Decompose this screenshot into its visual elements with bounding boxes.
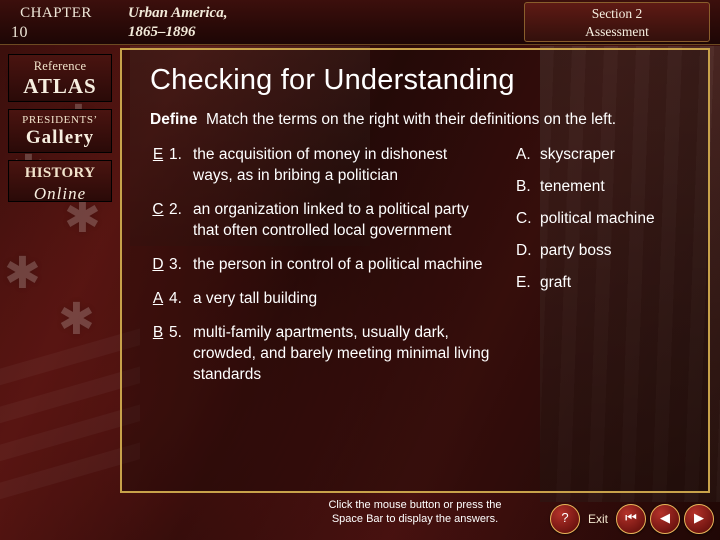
sidebar-item-history-online[interactable]: HISTORY Online: [8, 160, 112, 203]
matching-columns: E 1. the acquisition of money in dishone…: [138, 144, 692, 474]
term-letter: A.: [516, 146, 531, 163]
definition-text: an organization linked to a political pa…: [193, 201, 469, 239]
definition-row: E 1. the acquisition of money in dishone…: [150, 144, 490, 186]
instruction-text: Match the terms on the right with their …: [206, 111, 617, 128]
definition-row: D 3. the person in control of a politica…: [150, 254, 490, 275]
definition-number: 3.: [169, 256, 182, 273]
presidents-gallery-line1: PRESIDENTS’: [22, 114, 98, 126]
definition-text: multi-family apartments, usually dark, c…: [193, 324, 490, 383]
definition-number: 1.: [169, 146, 182, 163]
definition-text: a very tall building: [193, 290, 318, 307]
term-row: A. skyscraper: [516, 144, 706, 165]
slide-root: ✱ ✱ ✱ ✱ ✱ ✱ CHAPTER 10 Urban America, 18…: [0, 0, 720, 540]
reference-atlas-line1: Reference: [33, 59, 87, 73]
definition-row: C 2. an organization linked to a politic…: [150, 199, 490, 241]
term-name: political machine: [540, 210, 655, 227]
sidebar-item-reference-atlas[interactable]: Reference ATLAS: [8, 54, 112, 102]
definition-answer: E: [152, 146, 164, 163]
next-slide-button[interactable]: ▶: [684, 504, 714, 534]
term-name: skyscraper: [540, 146, 615, 163]
unit-title: Urban America, 1865–1896: [128, 4, 428, 42]
instruction-label: Define: [150, 111, 198, 128]
definition-text: the acquisition of money in dishonest wa…: [193, 146, 448, 184]
term-letter: D.: [516, 242, 532, 259]
definition-number: 5.: [169, 324, 182, 341]
definitions-column: E 1. the acquisition of money in dishone…: [150, 144, 490, 398]
reference-atlas-line2: ATLAS: [23, 74, 97, 98]
definition-row: A 4. a very tall building: [150, 288, 490, 309]
page-title: Checking for Understanding: [150, 64, 515, 96]
unit-title-line2: 1865–1896: [128, 24, 196, 40]
instruction-block: Define Match the terms on the right with…: [150, 109, 670, 130]
definition-number: 2.: [169, 201, 182, 218]
content-panel: Checking for Understanding Define Match …: [120, 48, 710, 493]
term-name: party boss: [540, 242, 612, 259]
term-letter: C.: [516, 210, 532, 227]
term-name: graft: [540, 274, 572, 291]
sidebar-item-presidents-gallery[interactable]: PRESIDENTS’ Gallery: [8, 109, 112, 153]
definition-answer: B: [152, 324, 164, 341]
definition-answer: A: [152, 290, 164, 307]
navigation-bar: ? Exit ⏮ ◀ ▶: [549, 504, 714, 534]
presidents-gallery-line2: Gallery: [25, 127, 95, 148]
section-line1: Section 2: [591, 6, 643, 21]
section-line2: Assessment: [585, 24, 649, 39]
terms-column: A. skyscraper B. tenement C. political m…: [516, 144, 706, 304]
term-name: tenement: [540, 178, 605, 195]
history-online-line2: Online: [33, 184, 87, 203]
sidebar-rail: Reference ATLAS PRESIDENTS’ Gallery HIST…: [8, 54, 112, 209]
definition-text: the person in control of a political mac…: [193, 256, 483, 273]
term-row: E. graft: [516, 272, 706, 293]
chapter-indicator: CHAPTER 10: [8, 2, 104, 43]
definition-number: 4.: [169, 290, 182, 307]
unit-title-line1: Urban America,: [128, 5, 228, 21]
section-assessment-indicator: Section 2 Assessment: [524, 2, 710, 42]
definition-answer: D: [152, 256, 164, 273]
definition-answer: C: [152, 201, 164, 218]
chapter-label: CHAPTER: [20, 5, 92, 21]
help-button[interactable]: ?: [549, 504, 580, 534]
first-slide-button[interactable]: ⏮: [616, 504, 646, 534]
definition-row: B 5. multi-family apartments, usually da…: [150, 322, 490, 385]
term-letter: B.: [516, 178, 531, 195]
chapter-number: 10: [11, 24, 28, 41]
term-row: C. political machine: [516, 208, 706, 229]
term-row: D. party boss: [516, 240, 706, 261]
term-row: B. tenement: [516, 176, 706, 197]
term-letter: E.: [516, 274, 531, 291]
previous-slide-button[interactable]: ◀: [650, 504, 680, 534]
top-bar: CHAPTER 10 Urban America, 1865–1896 Sect…: [0, 0, 720, 45]
history-online-line1: HISTORY: [24, 165, 96, 181]
exit-button[interactable]: Exit: [584, 512, 612, 526]
